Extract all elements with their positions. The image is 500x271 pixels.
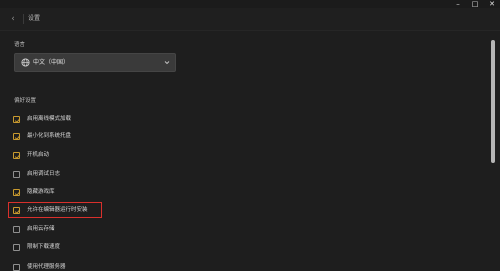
minimize-button[interactable]: –	[452, 0, 464, 8]
maximize-button[interactable]: □	[469, 0, 481, 8]
checkmark-icon	[14, 191, 21, 196]
checkbox-unchecked[interactable]	[13, 171, 20, 178]
preference-label: 启用云存储	[27, 226, 55, 232]
checkbox-checked[interactable]	[13, 189, 21, 196]
window-titlebar: – □ ✕	[0, 0, 500, 8]
preference-label: 隐藏游戏库	[27, 189, 55, 195]
preference-label: 最小化到系统托盘	[27, 133, 72, 139]
preference-label: 启用调试日志	[27, 171, 61, 177]
preference-label: 开机启动	[27, 152, 50, 158]
preference-item[interactable]: 启用调试日志	[13, 169, 213, 180]
language-select-value: 中文（中国）	[33, 59, 70, 66]
preference-item[interactable]: 限制下载速度	[13, 242, 213, 253]
chevron-down-icon	[164, 61, 170, 65]
preference-item[interactable]: 启用离线模式加载	[13, 114, 213, 125]
scrollbar-thumb[interactable]	[491, 40, 495, 163]
close-button[interactable]: ✕	[486, 0, 498, 8]
header-divider	[23, 14, 24, 24]
language-select[interactable]: 中文（中国）	[14, 53, 176, 72]
preference-label: 限制下载速度	[27, 244, 61, 250]
language-section-label: 语言	[14, 42, 26, 48]
preference-item[interactable]: 开机启动	[13, 150, 213, 161]
checkbox-unchecked[interactable]	[13, 226, 20, 233]
checkbox-checked[interactable]	[13, 116, 21, 123]
back-arrow-icon[interactable]: ‹	[8, 13, 18, 25]
preferences-section-label: 偏好设置	[14, 98, 37, 104]
globe-icon	[21, 58, 30, 67]
preference-label: 使用代理服务器	[27, 264, 66, 270]
checkbox-checked[interactable]	[13, 133, 21, 140]
preference-item[interactable]: 最小化到系统托盘	[13, 131, 213, 142]
preference-item[interactable]: 使用代理服务器	[13, 262, 213, 271]
checkmark-icon	[14, 154, 21, 159]
checkbox-unchecked[interactable]	[13, 244, 20, 251]
preference-item[interactable]: 启用云存储	[13, 224, 213, 235]
page-title: 设置	[28, 15, 41, 22]
checkmark-icon	[14, 135, 21, 140]
checkbox-checked[interactable]	[13, 152, 21, 159]
preference-item[interactable]: 隐藏游戏库	[13, 187, 213, 198]
highlight-box	[8, 202, 102, 218]
checkbox-unchecked[interactable]	[13, 264, 20, 271]
preference-label: 启用离线模式加载	[27, 116, 72, 122]
settings-header: ‹ 设置	[0, 8, 500, 31]
checkmark-icon	[14, 118, 21, 123]
